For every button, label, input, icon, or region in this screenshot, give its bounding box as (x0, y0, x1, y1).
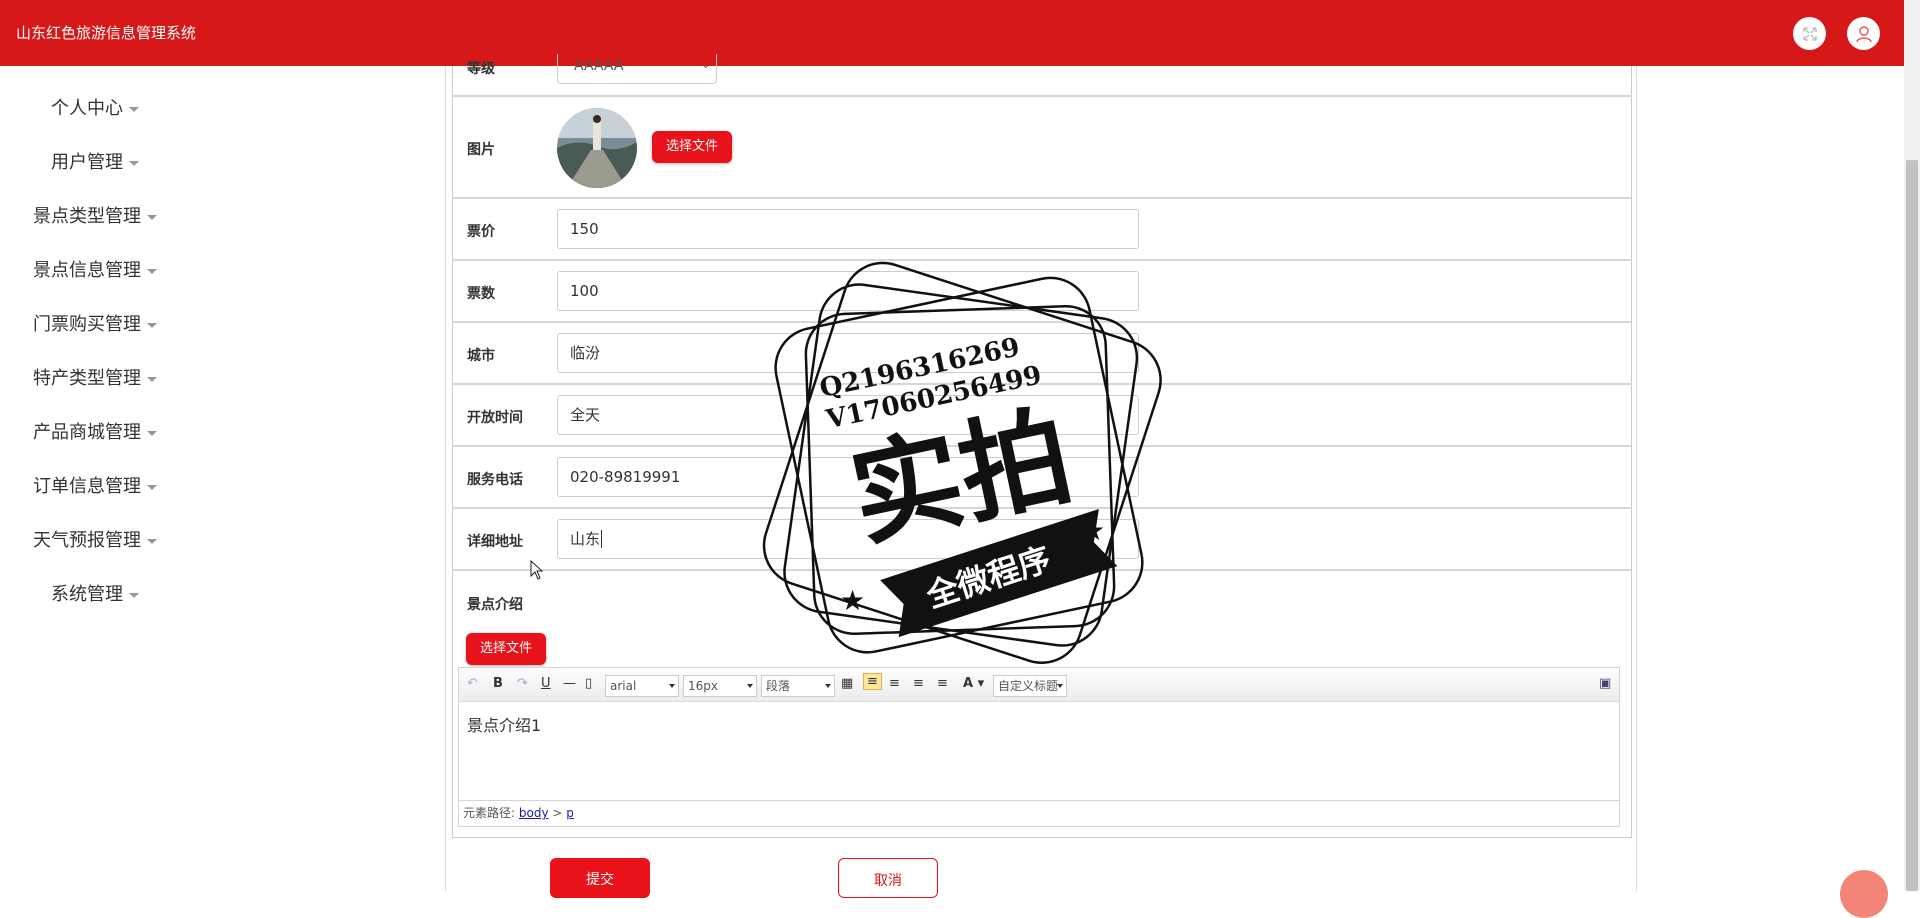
caret-down-icon (129, 592, 139, 598)
chevron-down-icon: ⌄ (701, 60, 710, 71)
sidebar-item-personal-center[interactable]: 个人中心 (0, 94, 190, 124)
ticket-count-label: 票数 (467, 286, 495, 302)
grade-label: 等级 (467, 61, 495, 77)
font-size-value: 16px (688, 679, 718, 693)
intro-upload-button[interactable]: 选择文件 (466, 633, 546, 665)
sidebar-item-scenic-info[interactable]: 景点信息管理 (0, 256, 190, 286)
sidebar-item-label: 门票购买管理 (33, 314, 141, 335)
price-label: 票价 (467, 224, 495, 240)
editor-element-path: 元素路径: body > p (459, 800, 1619, 826)
watermark-stamp: Q2196316269 V17060256499 实拍 全微程序 ★ ★ (762, 261, 1162, 665)
image-label: 图片 (467, 142, 495, 158)
intro-label: 景点介绍 (467, 597, 523, 613)
star-icon: ★ (840, 584, 865, 617)
open-time-label: 开放时间 (467, 410, 523, 426)
sidebar-item-label: 景点信息管理 (33, 260, 141, 281)
editor-content[interactable]: 景点介绍1 (467, 712, 541, 736)
sidebar-item-order-info[interactable]: 订单信息管理 (0, 472, 190, 502)
element-path-body-link[interactable]: body (519, 806, 549, 820)
fullscreen-editor-icon[interactable]: ▣ (1599, 676, 1611, 691)
user-menu-button[interactable] (1847, 17, 1880, 50)
sidebar-item-scenic-type[interactable]: 景点类型管理 (0, 202, 190, 232)
mouse-cursor-icon (530, 560, 544, 580)
caret-down-icon (147, 376, 157, 382)
document-icon[interactable]: ▯ (585, 676, 592, 691)
undo-icon[interactable]: ↶ (467, 676, 478, 691)
fullscreen-button[interactable] (1793, 17, 1826, 50)
caret-down-icon (147, 484, 157, 490)
sidebar-item-specialty-type[interactable]: 特产类型管理 (0, 364, 190, 394)
sidebar-item-user-management[interactable]: 用户管理 (0, 148, 190, 178)
redo-icon[interactable]: ↷ (517, 676, 528, 691)
app-title: 山东红色旅游信息管理系统 (16, 24, 197, 42)
submit-button[interactable]: 提交 (550, 858, 650, 898)
caret-down-icon (129, 160, 139, 166)
caret-down-icon (147, 322, 157, 328)
caret-down-icon (147, 214, 157, 220)
price-input[interactable]: 150 (557, 209, 1139, 249)
sidebar-item-product-mall[interactable]: 产品商城管理 (0, 418, 190, 448)
city-label: 城市 (467, 348, 495, 364)
sidebar-item-label: 个人中心 (51, 98, 123, 119)
user-icon (1855, 25, 1872, 42)
text-caret (601, 530, 603, 548)
caret-down-icon (147, 268, 157, 274)
star-icon: ★ (1080, 514, 1105, 547)
bold-icon[interactable]: B (493, 676, 503, 691)
phone-label: 服务电话 (467, 472, 523, 488)
sidebar-item-label: 订单信息管理 (33, 476, 141, 497)
horizontal-rule-icon[interactable]: — (563, 676, 576, 691)
font-family-value: arial (610, 679, 637, 693)
sidebar-item-label: 用户管理 (51, 152, 123, 173)
scenic-image-preview (557, 108, 637, 188)
sidebar-item-label: 景点类型管理 (33, 206, 141, 227)
caret-down-icon (147, 430, 157, 436)
caret-down-icon (129, 106, 139, 112)
grade-select-value: AAAAA (574, 58, 624, 74)
top-header-bar: 山东红色旅游信息管理系统 (0, 0, 1904, 66)
expand-icon (1802, 26, 1817, 41)
sidebar-item-label: 特产类型管理 (33, 368, 141, 389)
grade-select[interactable]: AAAAA ⌄ (557, 54, 717, 84)
rich-text-editor: ↶ B ↷ U — ▯ arial 16px 段落 ▦ ≡ ≡ ≡ ≡ A ▾ … (458, 667, 1620, 827)
sidebar-item-label: 天气预报管理 (33, 530, 141, 551)
element-path-label: 元素路径: (463, 806, 516, 820)
floating-widget[interactable] (1840, 870, 1888, 918)
underline-icon[interactable]: U (541, 676, 551, 691)
font-family-select[interactable]: arial (605, 675, 679, 697)
page-scrollbar-thumb[interactable] (1906, 160, 1918, 891)
sidebar-item-label: 系统管理 (51, 584, 123, 605)
sidebar-item-system[interactable]: 系统管理 (0, 580, 190, 610)
caret-down-icon (147, 538, 157, 544)
dropdown-arrow-icon (669, 684, 675, 688)
cancel-button[interactable]: 取消 (838, 858, 938, 898)
image-upload-button[interactable]: 选择文件 (652, 131, 732, 163)
address-input-value: 山东 (570, 530, 601, 548)
sidebar-item-label: 产品商城管理 (33, 422, 141, 443)
sidebar-item-ticket-purchase[interactable]: 门票购买管理 (0, 310, 190, 340)
element-path-p-link[interactable]: p (566, 806, 574, 820)
element-path-separator: > (548, 806, 567, 820)
sidebar-item-weather[interactable]: 天气预报管理 (0, 526, 190, 556)
address-label: 详细地址 (467, 534, 523, 550)
